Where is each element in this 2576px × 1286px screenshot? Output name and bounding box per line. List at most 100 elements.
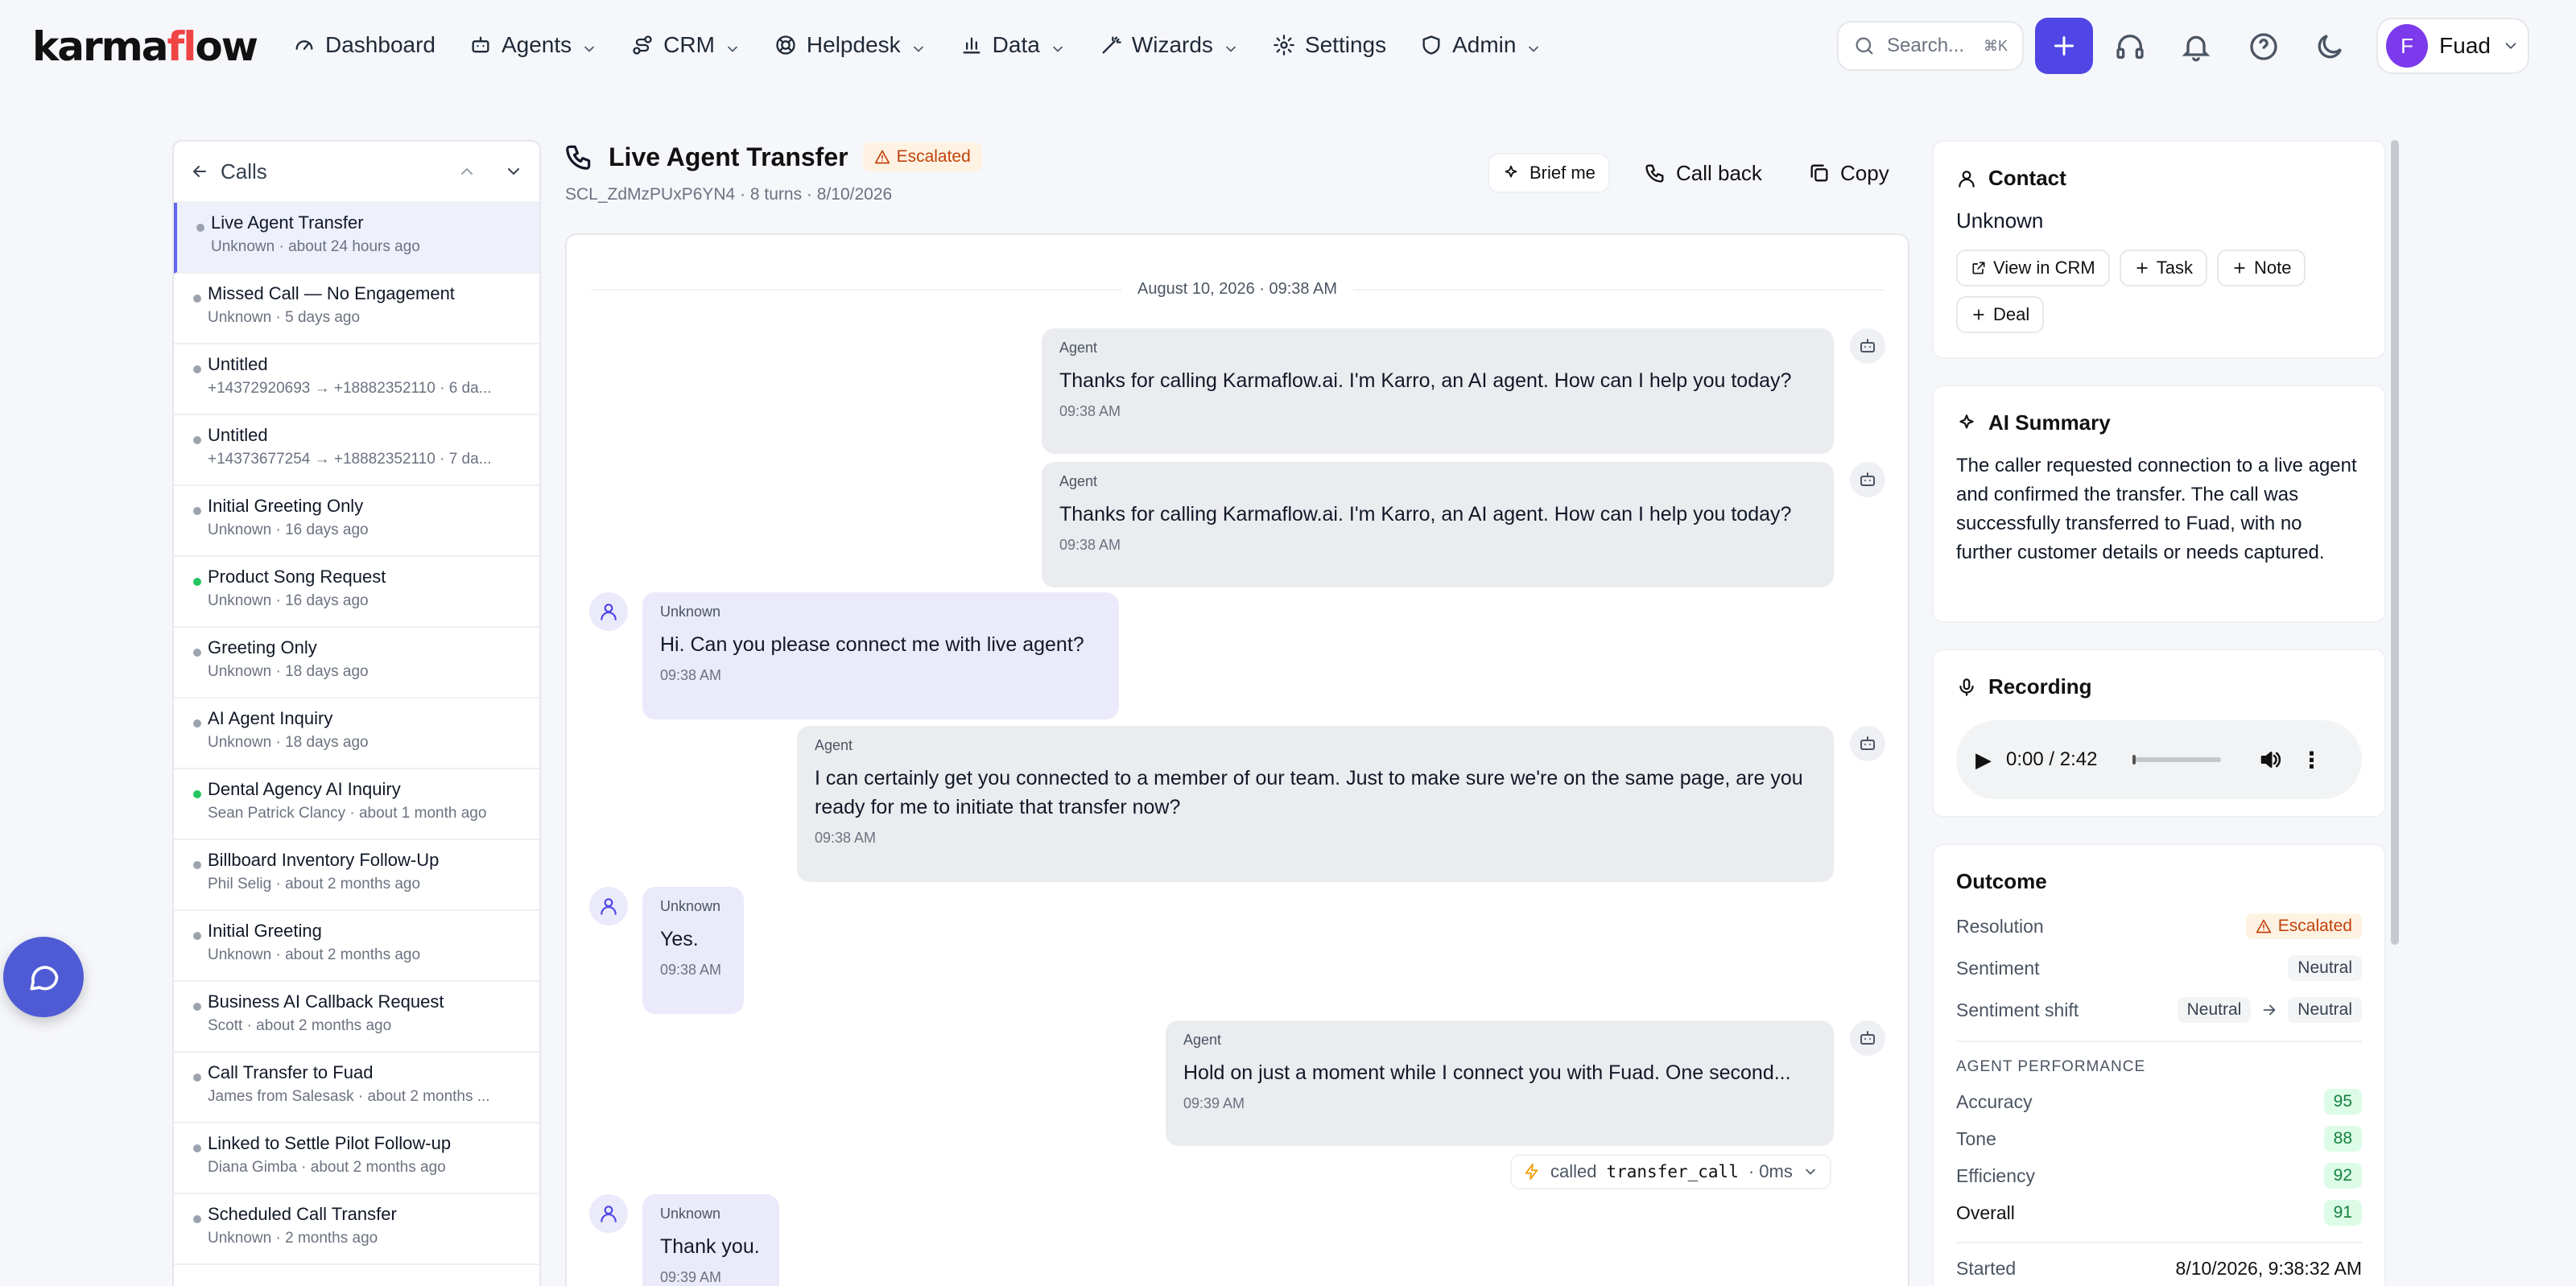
call-title-row: Live Agent Transfer Escalated: [564, 142, 982, 172]
chevron-down-icon: [1050, 37, 1066, 53]
add-task-button[interactable]: Task: [2119, 249, 2207, 286]
gauge-icon: [293, 34, 316, 56]
nav-wizards[interactable]: Wizards: [1088, 24, 1250, 66]
metric-label: Overall: [1956, 1202, 2015, 1223]
contact-name: Unknown: [1956, 208, 2044, 233]
agent-message: Agent Hold on just a moment while I conn…: [1166, 1020, 1834, 1146]
shield-icon: [1420, 34, 1443, 56]
nav-crm[interactable]: CRM: [620, 24, 752, 66]
copy-label: Copy: [1840, 160, 1889, 185]
nav-helpdesk[interactable]: Helpdesk: [763, 24, 938, 66]
call-list-item[interactable]: Missed Call — No Engagement Unknown · 5 d…: [174, 274, 539, 344]
call-list-item[interactable]: Linked to Settle Pilot Follow-up Diana Gi…: [174, 1123, 539, 1194]
status-dot: [193, 295, 201, 303]
karmaflow-logo[interactable]: karma fl ow: [32, 21, 258, 72]
calls-title: Calls: [221, 159, 267, 183]
bot-icon: [1850, 1020, 1885, 1056]
nav-data[interactable]: Data: [949, 24, 1077, 66]
message-text: Hold on just a moment while I connect yo…: [1183, 1061, 1791, 1084]
moon-icon[interactable]: [2314, 31, 2346, 63]
call-list-item[interactable]: Greeting Only Unknown · 18 days ago: [174, 628, 539, 699]
page-title: Live Agent Transfer: [609, 142, 848, 171]
brief-me-button[interactable]: Brief me: [1488, 153, 1610, 193]
add-deal-button[interactable]: Deal: [1956, 296, 2045, 333]
call-list-item[interactable]: Dental Agency AI Inquiry Sean Patrick Cla…: [174, 769, 539, 840]
user-menu[interactable]: F Fuad: [2376, 18, 2529, 74]
more-options-icon[interactable]: ⋮: [2300, 747, 2322, 773]
call-subtitle: Unknown · about 2 months ago: [208, 946, 421, 963]
tool-call-chip[interactable]: called transfer_call · 0ms: [1510, 1154, 1831, 1189]
metric-score: 92: [2323, 1163, 2362, 1189]
call-list-item[interactable]: Initial Greeting Only Unknown · 16 days a…: [174, 486, 539, 557]
message-sender: Unknown: [660, 1206, 721, 1222]
user-avatar-icon: [589, 1194, 628, 1233]
nav-settings[interactable]: Settings: [1261, 24, 1397, 66]
bell-icon[interactable]: [2180, 31, 2212, 63]
user-avatar-icon: [589, 592, 628, 631]
call-title: Initial Greeting Only: [208, 496, 364, 516]
message-text: I can certainly get you connected to a m…: [815, 767, 1803, 818]
calls-list: Live Agent Transfer Unknown · about 24 ho…: [174, 203, 539, 1265]
copy-button[interactable]: Copy: [1795, 151, 1902, 195]
ai-summary-title: AI Summary: [1988, 410, 2111, 435]
call-title: Call Transfer to Fuad: [208, 1062, 374, 1082]
search-input[interactable]: Search... ⌘K: [1837, 21, 2024, 71]
call-list-item[interactable]: Live Agent Transfer Unknown · about 24 ho…: [174, 203, 539, 274]
message-sender: Agent: [1059, 473, 1098, 489]
call-list-item[interactable]: Business AI Callback Request Scott · abou…: [174, 982, 539, 1053]
call-subtitle: +14372920693 → +18882352110 · 6 da...: [208, 380, 492, 397]
sentiment-badge: Neutral: [2288, 955, 2362, 981]
call-back-button[interactable]: Call back: [1631, 151, 1775, 195]
call-list-item[interactable]: Scheduled Call Transfer Unknown · 2 month…: [174, 1194, 539, 1265]
add-deal-label: Deal: [1993, 304, 2030, 324]
call-subtitle: Unknown · 2 months ago: [208, 1230, 378, 1247]
ai-summary-heading: AI Summary: [1956, 410, 2362, 435]
started-value: 8/10/2026, 9:38:32 AM: [2175, 1258, 2362, 1279]
chat-launcher-button[interactable]: [3, 937, 84, 1017]
route-icon: [631, 34, 654, 56]
arrow-left-icon[interactable]: [190, 162, 209, 181]
call-subtitle: Unknown · 16 days ago: [208, 521, 369, 538]
call-subtitle: James from Salesask · about 2 months ...: [208, 1088, 490, 1105]
external-link-icon: [1971, 260, 1987, 276]
add-task-label: Task: [2156, 258, 2193, 278]
volume-icon[interactable]: [2258, 748, 2282, 772]
recording-heading: Recording: [1956, 674, 2362, 699]
help-icon[interactable]: [2248, 31, 2280, 63]
resolution-row: Resolution Escalated: [1956, 913, 2362, 939]
call-list-item[interactable]: Initial Greeting Unknown · about 2 months…: [174, 911, 539, 982]
chevron-down-icon: [581, 37, 597, 53]
add-note-button[interactable]: Note: [2217, 249, 2306, 286]
headset-icon[interactable]: [2114, 31, 2146, 63]
agent-message: Agent Thanks for calling Karmaflow.ai. I…: [1042, 462, 1834, 587]
message-circle-icon: [26, 959, 61, 995]
view-in-crm-button[interactable]: View in CRM: [1956, 249, 2110, 286]
ai-summary-card: AI Summary The caller requested connecti…: [1932, 385, 2386, 623]
logo-text-start: karma: [32, 23, 168, 70]
nav-dashboard[interactable]: Dashboard: [282, 24, 447, 66]
started-label: Started: [1956, 1258, 2017, 1279]
logo-text-flame: fl: [167, 23, 197, 70]
call-list-item[interactable]: AI Agent Inquiry Unknown · 18 days ago: [174, 699, 539, 769]
call-list-item[interactable]: Billboard Inventory Follow-Up Phil Selig …: [174, 840, 539, 911]
play-icon[interactable]: ▶: [1975, 748, 1992, 773]
chevron-up-icon[interactable]: [457, 162, 477, 181]
sentiment-label: Sentiment: [1956, 957, 2040, 979]
scrollbar[interactable]: [2391, 140, 2399, 945]
sentiment-from-badge: Neutral: [2177, 997, 2252, 1023]
status-dot: [193, 932, 201, 940]
nav-admin[interactable]: Admin: [1409, 24, 1553, 66]
call-title: Missed Call — No Engagement: [208, 283, 455, 303]
call-list-item[interactable]: Untitled +14372920693 → +18882352110 · 6 …: [174, 344, 539, 415]
call-list-item[interactable]: Product Song Request Unknown · 16 days ag…: [174, 557, 539, 628]
call-list-item[interactable]: Untitled +14373677254 → +18882352110 · 7 …: [174, 415, 539, 486]
chevron-down-icon[interactable]: [504, 162, 523, 181]
metric-label: Tone: [1956, 1127, 1996, 1149]
create-button[interactable]: [2035, 18, 2093, 74]
message-time: 09:38 AM: [1059, 537, 1121, 553]
nav-agents[interactable]: Agents: [458, 24, 609, 66]
call-list-item[interactable]: Call Transfer to Fuad James from Salesask…: [174, 1053, 539, 1123]
outcome-card: Outcome Resolution Escalated Sentiment N…: [1932, 843, 2386, 1286]
status-badge: Escalated: [862, 142, 982, 171]
audio-progress-bar[interactable]: [2132, 755, 2222, 765]
